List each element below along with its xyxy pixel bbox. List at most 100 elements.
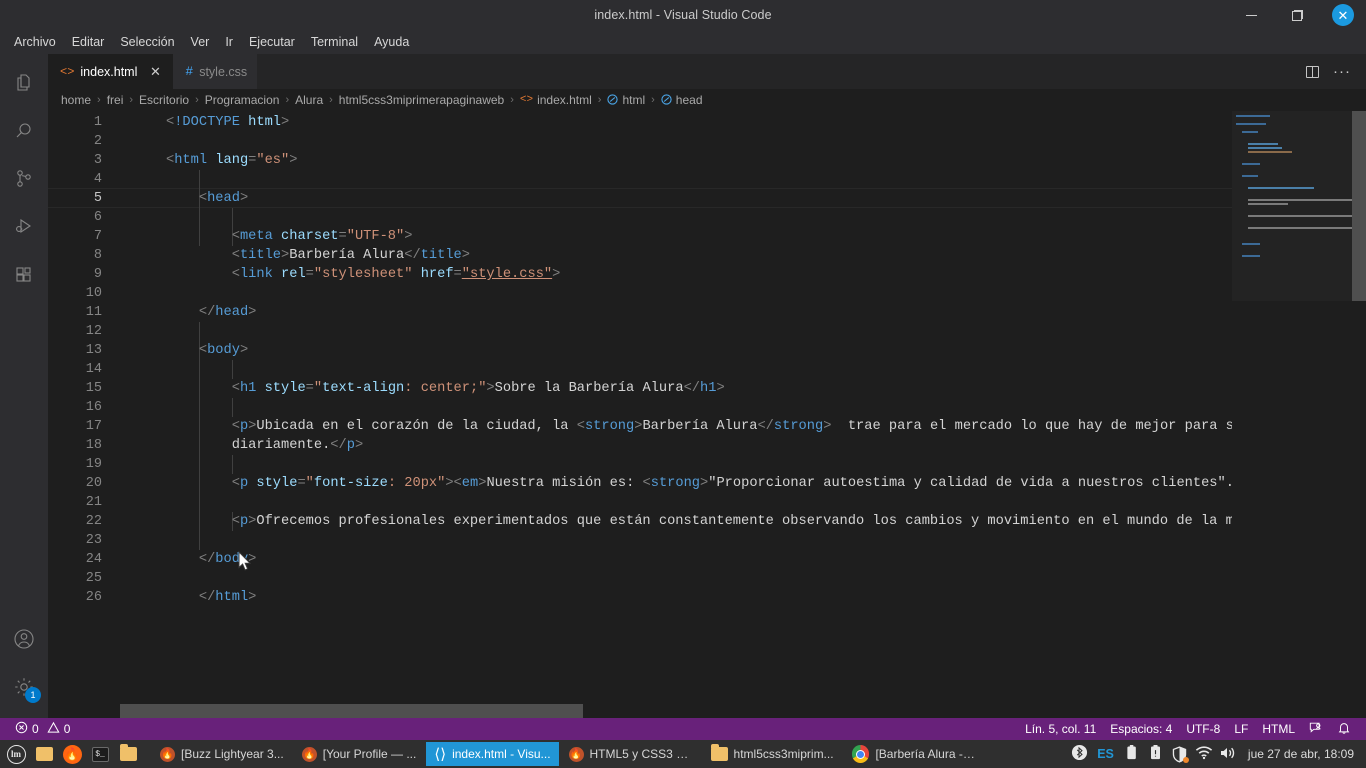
breadcrumb-item-alura[interactable]: Alura	[294, 93, 324, 107]
taskbar-window-buzz[interactable]: 🔥 [Buzz Lightyear 3...	[152, 742, 292, 766]
breadcrumb-item-project[interactable]: html5css3miprimerapaginaweb	[338, 93, 505, 107]
breadcrumb-label: head	[675, 93, 703, 107]
overview-ruler[interactable]	[1352, 111, 1366, 718]
breadcrumb-item-home[interactable]: home	[60, 93, 92, 107]
taskbar-window-barberia[interactable]: [Barbería Alura - ...	[844, 742, 984, 766]
breadcrumb-separator: ›	[651, 94, 655, 106]
taskbar: lm 🔥 $_ 🔥 [Buzz Lightyear 3... 🔥 [Your P…	[0, 740, 1366, 768]
close-icon[interactable]: ✕	[147, 64, 163, 80]
breadcrumb-separator: ›	[129, 94, 134, 106]
update-shield-button[interactable]	[1168, 740, 1192, 768]
breadcrumb-item-frei[interactable]: frei	[106, 93, 125, 107]
breadcrumb-item-programacion[interactable]: Programacion	[204, 93, 281, 107]
scrollbar-thumb[interactable]	[1352, 111, 1366, 301]
symbol-field-icon	[661, 93, 672, 107]
account-button[interactable]	[0, 616, 48, 664]
menu-bar: Archivo Editar Selección Ver Ir Ejecutar…	[0, 30, 1366, 54]
maximize-button[interactable]	[1274, 0, 1320, 30]
clipboard-button[interactable]	[1144, 740, 1168, 768]
menu-ir[interactable]: Ir	[217, 33, 241, 51]
encoding-status[interactable]: UTF-8	[1179, 718, 1227, 740]
problems-status[interactable]: 0 0	[8, 718, 77, 740]
cursor-position-status[interactable]: Lín. 5, col. 11	[1018, 718, 1103, 740]
menu-ayuda[interactable]: Ayuda	[366, 33, 417, 51]
minimize-button[interactable]	[1228, 0, 1274, 30]
taskbar-window-vscode[interactable]: ⟨⟩ index.html - Visu...	[426, 742, 559, 766]
code-editor[interactable]: 1 2 3 4 5 6 7 8 9 10 11 12 13 14 15 16 1…	[48, 111, 1366, 718]
error-icon	[15, 721, 28, 737]
code-line-15: <h1 style="text-align: center;">Sobre la…	[231, 381, 725, 396]
sidebar-item-source-control[interactable]	[0, 156, 48, 204]
symbol-field-icon	[607, 93, 619, 107]
sidebar-item-extensions[interactable]	[0, 252, 48, 300]
wifi-button[interactable]	[1192, 740, 1216, 768]
menu-ejecutar[interactable]: Ejecutar	[241, 33, 303, 51]
breadcrumb-item-escritorio[interactable]: Escritorio	[138, 93, 190, 107]
bluetooth-button[interactable]	[1067, 740, 1091, 768]
menu-archivo[interactable]: Archivo	[6, 33, 64, 51]
taskbar-window-html5css3[interactable]: 🔥 HTML5 y CSS3 p...	[561, 742, 701, 766]
code-line-20: <p style="font-size: 20px"><em>Nuestra m…	[231, 476, 1251, 491]
split-editor-button[interactable]	[1298, 54, 1326, 89]
tab-style-css[interactable]: # style.css	[173, 54, 258, 89]
code-line-3: <html lang="es">	[166, 153, 298, 168]
sidebar-item-run-debug[interactable]	[0, 204, 48, 252]
chrome-icon	[851, 745, 870, 763]
mint-menu-button[interactable]: lm	[2, 740, 30, 768]
show-desktop-button[interactable]	[30, 740, 58, 768]
search-icon	[13, 120, 35, 145]
breadcrumb-item-head-symbol[interactable]: head	[660, 93, 704, 107]
breadcrumb-separator: ›	[285, 94, 290, 106]
taskbar-window-folder[interactable]: html5css3miprim...	[703, 742, 842, 766]
files-launcher[interactable]	[114, 740, 142, 768]
sidebar-item-explorer[interactable]	[0, 60, 48, 108]
terminal-launcher-icon: $_	[91, 746, 109, 762]
keyboard-layout-indicator[interactable]: ES	[1091, 747, 1120, 761]
code-line-13: <body>	[198, 343, 249, 358]
menu-ver[interactable]: Ver	[183, 33, 218, 51]
taskbar-window-label: HTML5 y CSS3 p...	[589, 747, 693, 761]
breadcrumb-item-index-html[interactable]: <> index.html	[519, 93, 593, 107]
language-mode-status[interactable]: HTML	[1255, 718, 1302, 740]
menu-editar[interactable]: Editar	[64, 33, 113, 51]
firefox-launcher[interactable]: 🔥	[58, 740, 86, 768]
minimap[interactable]	[1232, 111, 1352, 718]
settings-button[interactable]: 1	[0, 664, 48, 712]
horizontal-scrollbar[interactable]	[48, 704, 1366, 718]
battery-button[interactable]	[1120, 740, 1144, 768]
warning-icon	[47, 721, 60, 737]
eol-status[interactable]: LF	[1227, 718, 1255, 740]
battery-icon	[1124, 744, 1139, 764]
close-button[interactable]: ✕	[1320, 0, 1366, 30]
more-actions-button[interactable]: ···	[1328, 54, 1356, 89]
minimap-slider[interactable]	[1232, 111, 1352, 301]
indentation-status[interactable]: Espacios: 4	[1103, 718, 1179, 740]
firefox-launcher-icon: 🔥	[62, 744, 82, 764]
volume-button[interactable]	[1216, 740, 1240, 768]
taskbar-window-label: [Buzz Lightyear 3...	[181, 747, 284, 761]
settings-badge: 1	[25, 687, 41, 703]
volume-icon	[1219, 745, 1237, 764]
menu-seleccion[interactable]: Selección	[112, 33, 182, 51]
horizontal-scrollbar-thumb[interactable]	[120, 704, 583, 718]
run-debug-icon	[13, 216, 35, 241]
tab-index-html[interactable]: <> index.html ✕	[48, 54, 174, 89]
breadcrumb-item-html-symbol[interactable]: html	[606, 93, 646, 107]
extensions-icon	[13, 264, 35, 289]
feedback-button[interactable]	[1302, 718, 1330, 740]
breadcrumb-label: html	[622, 93, 646, 107]
breadcrumb-separator: ›	[97, 94, 101, 106]
tab-label: style.css	[199, 64, 248, 79]
taskbar-window-profile[interactable]: 🔥 [Your Profile — ...	[294, 742, 425, 766]
menu-terminal[interactable]: Terminal	[303, 33, 366, 51]
terminal-launcher[interactable]: $_	[86, 740, 114, 768]
window-title: index.html - Visual Studio Code	[594, 8, 772, 22]
clock[interactable]: jue 27 de abr, 18:09	[1240, 747, 1360, 761]
sidebar-item-search[interactable]	[0, 108, 48, 156]
vscode-window: index.html - Visual Studio Code ✕ Archiv…	[0, 0, 1366, 768]
firefox-icon: 🔥	[568, 746, 584, 762]
notifications-button[interactable]	[1330, 718, 1358, 740]
split-editor-icon	[1305, 65, 1319, 78]
